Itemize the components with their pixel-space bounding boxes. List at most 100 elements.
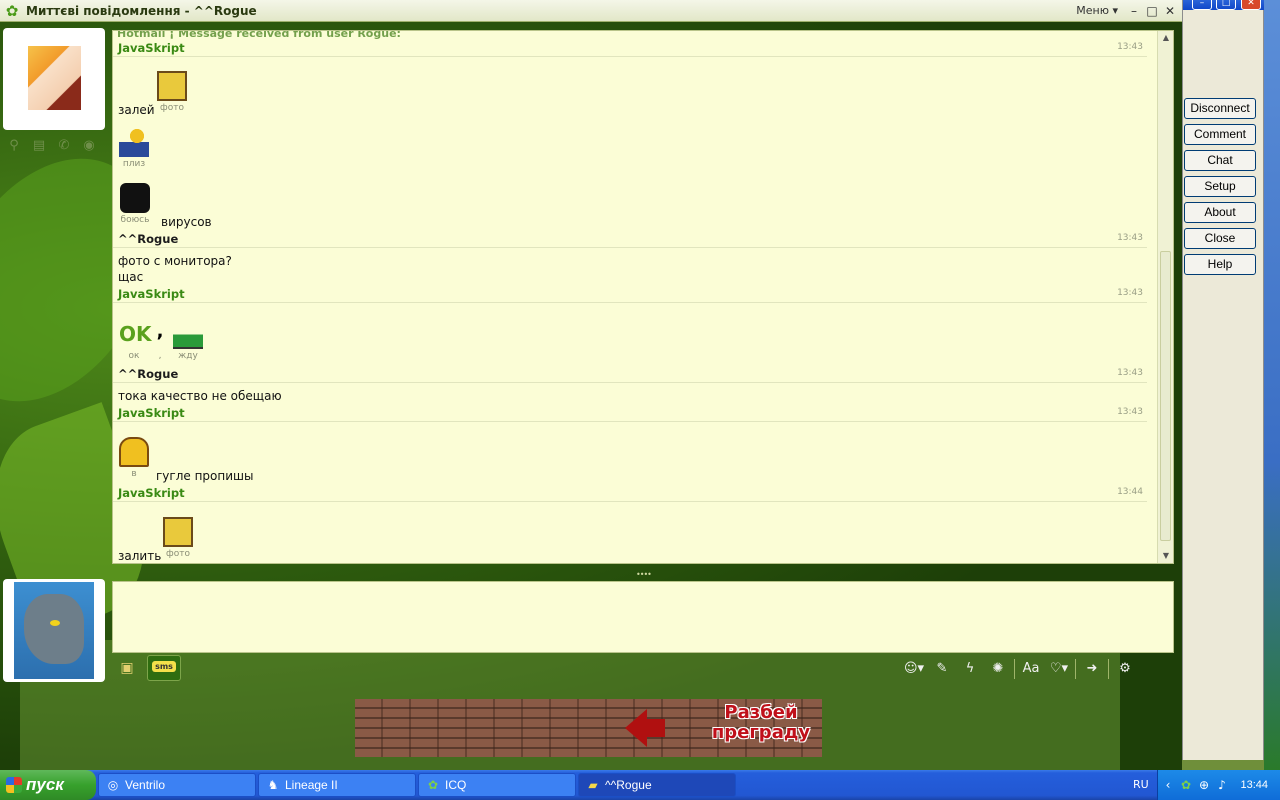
task-label: Ventrilo bbox=[125, 778, 166, 792]
help-button[interactable]: Help bbox=[1184, 254, 1256, 275]
comma-smiley: , , bbox=[153, 319, 167, 361]
input-toolbar: ☺▾ ✎ ϟ ✺ Aa ♡▾ ➜ ⚙ bbox=[902, 658, 1137, 680]
about-button[interactable]: About bbox=[1184, 202, 1256, 223]
maximize-button[interactable]: □ bbox=[1144, 3, 1160, 19]
scared-smiley: боюсь bbox=[120, 183, 150, 225]
comma-icon: , bbox=[156, 321, 164, 342]
phone-icon[interactable]: ✆ bbox=[56, 138, 72, 154]
tray-volume-icon[interactable]: ♪ bbox=[1214, 777, 1230, 793]
toolbar-separator bbox=[1075, 659, 1076, 679]
message-time: 13:44 bbox=[1117, 487, 1143, 497]
language-indicator[interactable]: RU bbox=[1133, 770, 1149, 800]
heart-icon[interactable]: ♡▾ bbox=[1047, 658, 1071, 680]
setup-button[interactable]: Setup bbox=[1184, 176, 1256, 197]
message-header: ^^Rogue 13:43 bbox=[113, 230, 1147, 248]
user-info-icon[interactable]: ⚲ bbox=[6, 138, 22, 154]
menu-button[interactable]: Меню ▾ bbox=[1076, 4, 1118, 17]
send-icon[interactable]: ➜ bbox=[1080, 658, 1104, 680]
ok-smiley: OK ок bbox=[119, 319, 152, 361]
task-label: ICQ bbox=[445, 778, 467, 792]
smiley-caption: жду bbox=[178, 351, 198, 361]
please-icon bbox=[119, 127, 149, 157]
tray-expand-icon[interactable]: ‹ bbox=[1160, 777, 1176, 793]
task-lineage[interactable]: ♞ Lineage II bbox=[258, 773, 416, 797]
toolbar-separator bbox=[1108, 659, 1109, 679]
ventrilo-icon: ◎ bbox=[107, 778, 119, 792]
sms-button[interactable]: sms bbox=[147, 655, 181, 681]
buzz-icon[interactable]: ✺ bbox=[986, 658, 1010, 680]
history-icon[interactable]: ▤ bbox=[31, 138, 47, 154]
window-title: Миттєві повідомлення - ^^Rogue bbox=[26, 3, 257, 18]
my-avatar-image bbox=[14, 582, 94, 679]
photo-smiley: фото bbox=[163, 517, 193, 559]
my-avatar[interactable] bbox=[3, 579, 105, 682]
message-input[interactable] bbox=[112, 581, 1174, 653]
message-time: 13:43 bbox=[1117, 42, 1143, 52]
message-time: 13:43 bbox=[1117, 288, 1143, 298]
pane-splitter[interactable]: •••• bbox=[636, 570, 652, 579]
icq-flower-icon: ✿ bbox=[5, 1, 19, 20]
edit-icon[interactable]: ✎ bbox=[930, 658, 954, 680]
sender-name: JavaSkript bbox=[118, 406, 185, 420]
start-button[interactable]: пуск bbox=[0, 770, 96, 800]
task-icq[interactable]: ✿ ICQ bbox=[418, 773, 576, 797]
message-text: щас bbox=[118, 270, 144, 284]
chat-button[interactable]: Chat bbox=[1184, 150, 1256, 171]
webcam-icon[interactable]: ◉ bbox=[81, 138, 97, 154]
lineage-icon: ♞ bbox=[267, 778, 279, 792]
banner-text: Разбей преграду bbox=[711, 702, 811, 743]
chat-scrollbar[interactable]: ▲ ▼ bbox=[1157, 31, 1173, 563]
message-text: залей bbox=[118, 103, 155, 117]
close-panel-button[interactable]: Close bbox=[1184, 228, 1256, 249]
settings-icon[interactable]: ⚙ bbox=[1113, 658, 1137, 680]
smiley-caption: , bbox=[158, 351, 162, 361]
message-text: залить bbox=[118, 549, 162, 563]
desktop-background bbox=[1264, 0, 1280, 770]
title-bar: ✿ Миттєві повідомлення - ^^Rogue Меню ▾ … bbox=[0, 0, 1182, 22]
start-label: пуск bbox=[26, 775, 64, 794]
message-time: 13:43 bbox=[1117, 233, 1143, 243]
message-history[interactable]: Hotmail ¡ Message received from user Rog… bbox=[112, 30, 1174, 564]
task-ventrilo[interactable]: ◎ Ventrilo bbox=[98, 773, 256, 797]
arrow-left-icon bbox=[625, 709, 647, 747]
message-header: JavaSkript 13:43 bbox=[113, 285, 1147, 303]
wait-smiley: жду bbox=[173, 319, 203, 361]
minimize-button[interactable]: – bbox=[1126, 3, 1142, 19]
smiley-icon[interactable]: ☺▾ bbox=[902, 658, 926, 680]
tray-network-icon[interactable]: ⊕ bbox=[1196, 777, 1212, 793]
ad-banner[interactable]: Разбей преграду bbox=[355, 699, 822, 757]
lightning-icon[interactable]: ϟ bbox=[958, 658, 982, 680]
side-minimize-icon[interactable]: – bbox=[1192, 0, 1212, 10]
message-header: ^^Rogue 13:43 bbox=[113, 365, 1147, 383]
comment-button[interactable]: Comment bbox=[1184, 124, 1256, 145]
tray-icq-icon[interactable]: ✿ bbox=[1178, 777, 1194, 793]
smiley-caption: фото bbox=[160, 103, 184, 113]
sender-name: ^^Rogue bbox=[118, 367, 179, 381]
icq-window: ✿ Миттєві повідомлення - ^^Rogue Меню ▾ … bbox=[0, 0, 1182, 770]
contact-avatar[interactable] bbox=[3, 28, 105, 130]
smiley-caption: ок bbox=[128, 351, 140, 361]
send-file-icon[interactable]: ▣ bbox=[116, 657, 138, 679]
side-maximize-icon[interactable]: □ bbox=[1216, 0, 1236, 10]
task-rogue-chat[interactable]: ▰ ^^Rogue bbox=[578, 773, 736, 797]
font-icon[interactable]: Aa bbox=[1019, 658, 1043, 680]
toolbar-separator bbox=[1014, 659, 1015, 679]
sender-name: JavaSkript bbox=[118, 41, 185, 55]
sender-name: JavaSkript bbox=[118, 287, 185, 301]
scroll-up-icon[interactable]: ▲ bbox=[1158, 31, 1173, 45]
close-button[interactable]: ✕ bbox=[1162, 3, 1178, 19]
scroll-down-icon[interactable]: ▼ bbox=[1158, 549, 1173, 563]
message-text: вирусов bbox=[161, 215, 212, 229]
scroll-thumb[interactable] bbox=[1160, 251, 1171, 541]
taskbar: пуск ◎ Ventrilo ♞ Lineage II ✿ ICQ ▰ ^^R… bbox=[0, 770, 1280, 800]
sender-name: JavaSkript bbox=[118, 486, 185, 500]
contact-avatar-image bbox=[28, 46, 81, 110]
message-time: 13:43 bbox=[1117, 407, 1143, 417]
side-close-icon[interactable]: ✕ bbox=[1241, 0, 1261, 10]
message-header: JavaSkript 13:43 bbox=[113, 39, 1147, 57]
disconnect-button[interactable]: Disconnect bbox=[1184, 98, 1256, 119]
windows-logo-icon bbox=[6, 777, 22, 793]
icq-flower-icon: ✿ bbox=[427, 778, 439, 792]
system-tray: ‹ ✿ ⊕ ♪ 13:44 bbox=[1157, 770, 1280, 800]
smiley-caption: в bbox=[131, 469, 137, 479]
